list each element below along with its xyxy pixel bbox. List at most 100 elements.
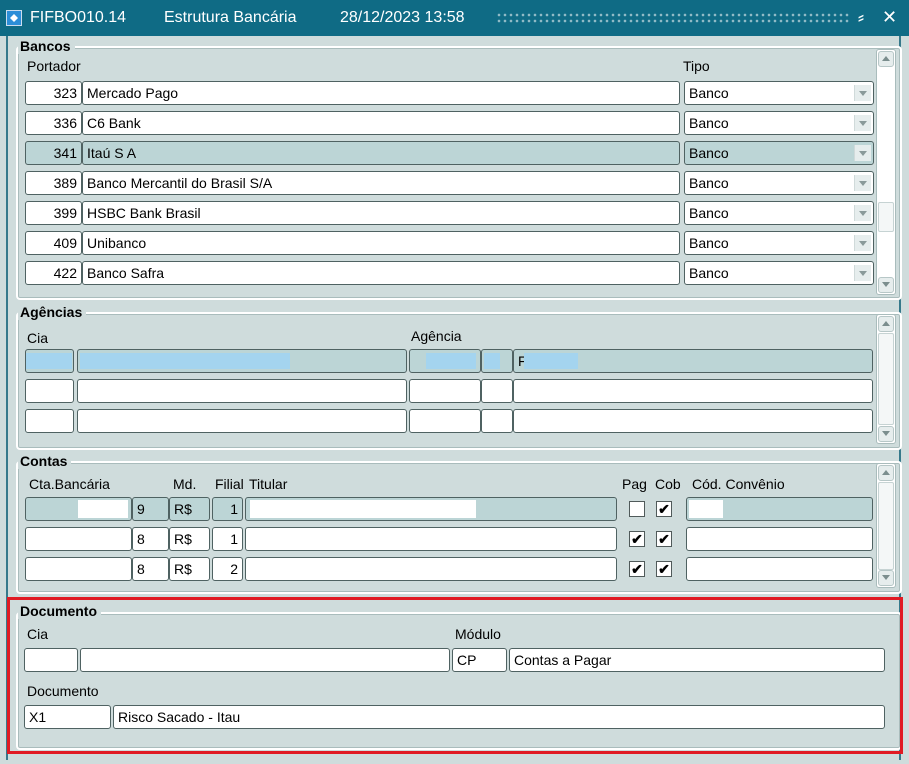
conta-convenio[interactable] bbox=[686, 527, 873, 551]
conta-moeda[interactable]: R$ bbox=[169, 527, 210, 551]
agencia-cia[interactable] bbox=[25, 409, 74, 433]
chevron-down-icon[interactable] bbox=[854, 205, 871, 221]
agencia-name[interactable]: F bbox=[513, 349, 873, 373]
bancos-title: Bancos bbox=[18, 38, 75, 54]
minimize-icon[interactable]: ⸗ bbox=[858, 7, 864, 27]
banco-name[interactable]: Banco Safra bbox=[82, 261, 680, 285]
agencia-dv[interactable] bbox=[481, 379, 513, 403]
pag-checkbox[interactable]: ✔ bbox=[629, 561, 645, 577]
banco-name[interactable]: Itaú S A bbox=[82, 141, 680, 165]
agencia-code[interactable] bbox=[409, 349, 481, 373]
banco-tipo-select[interactable]: Banco bbox=[684, 81, 874, 105]
agencia-cia[interactable] bbox=[25, 379, 74, 403]
conta-moeda[interactable]: R$ bbox=[169, 557, 210, 581]
conta-titular[interactable] bbox=[245, 527, 617, 551]
conta-filial[interactable]: 1 bbox=[212, 497, 243, 521]
conta-convenio[interactable] bbox=[686, 497, 873, 521]
scroll-down-icon[interactable] bbox=[878, 426, 894, 442]
conta-filial[interactable]: 1 bbox=[212, 527, 243, 551]
agencia-cia-name[interactable] bbox=[77, 379, 407, 403]
conta-filial[interactable]: 2 bbox=[212, 557, 243, 581]
banco-name[interactable]: C6 Bank bbox=[82, 111, 680, 135]
banco-code[interactable]: 422 bbox=[25, 261, 82, 285]
scroll-down-icon[interactable] bbox=[878, 570, 894, 586]
conta-moeda[interactable]: R$ bbox=[169, 497, 210, 521]
banco-code[interactable]: 341 bbox=[25, 141, 82, 165]
banco-tipo-select[interactable]: Banco bbox=[684, 261, 874, 285]
banco-tipo-value: Banco bbox=[689, 205, 729, 221]
banco-name[interactable]: Unibanco bbox=[82, 231, 680, 255]
agencia-dv[interactable] bbox=[481, 349, 513, 373]
conta-convenio[interactable] bbox=[686, 557, 873, 581]
conta-dv[interactable]: 9 bbox=[132, 497, 169, 521]
conta-titular[interactable] bbox=[245, 557, 617, 581]
banco-code[interactable]: 336 bbox=[25, 111, 82, 135]
cob-checkbox[interactable]: ✔ bbox=[656, 501, 672, 517]
title-bar: FIFBO010.14 Estrutura Bancária 28/12/202… bbox=[0, 0, 909, 36]
banco-name[interactable]: Banco Mercantil do Brasil S/A bbox=[82, 171, 680, 195]
lbl-cia: Cia bbox=[27, 626, 49, 642]
banco-name[interactable]: Mercado Pago bbox=[82, 81, 680, 105]
conta-numero[interactable] bbox=[25, 557, 132, 581]
cob-checkbox[interactable]: ✔ bbox=[656, 531, 672, 547]
banco-tipo-select[interactable]: Banco bbox=[684, 171, 874, 195]
cob-checkbox[interactable]: ✔ bbox=[656, 561, 672, 577]
doc-descricao[interactable]: Risco Sacado - Itau bbox=[113, 705, 885, 729]
doc-codigo[interactable]: X1 bbox=[24, 705, 111, 729]
banco-name[interactable]: HSBC Bank Brasil bbox=[82, 201, 680, 225]
agencia-cia[interactable] bbox=[25, 349, 74, 373]
banco-code[interactable]: 409 bbox=[25, 231, 82, 255]
col-tipo: Tipo bbox=[683, 58, 710, 74]
doc-cia-code[interactable] bbox=[24, 648, 78, 672]
chevron-down-icon[interactable] bbox=[854, 235, 871, 251]
redacted-block bbox=[78, 500, 128, 518]
scroll-thumb[interactable] bbox=[878, 333, 894, 425]
pag-checkbox[interactable]: ✔ bbox=[629, 531, 645, 547]
pag-checkbox[interactable] bbox=[629, 501, 645, 517]
agencia-cia-name[interactable] bbox=[77, 409, 407, 433]
scroll-up-icon[interactable] bbox=[878, 51, 894, 67]
banco-tipo-select[interactable]: Banco bbox=[684, 141, 874, 165]
banco-tipo-select[interactable]: Banco bbox=[684, 231, 874, 255]
agencia-cia-name[interactable] bbox=[77, 349, 407, 373]
scroll-thumb[interactable] bbox=[878, 202, 894, 232]
agencia-code[interactable] bbox=[409, 409, 481, 433]
doc-modulo-code[interactable]: CP bbox=[452, 648, 507, 672]
redacted-block bbox=[80, 353, 290, 369]
agencias-scrollbar[interactable] bbox=[876, 314, 896, 444]
banco-code[interactable]: 389 bbox=[25, 171, 82, 195]
conta-dv[interactable]: 8 bbox=[132, 527, 169, 551]
agencia-name[interactable] bbox=[513, 409, 873, 433]
scroll-thumb[interactable] bbox=[878, 482, 894, 570]
col-md: Md. bbox=[173, 476, 197, 492]
conta-dv[interactable]: 8 bbox=[132, 557, 169, 581]
chevron-down-icon[interactable] bbox=[854, 265, 871, 281]
doc-cia-name[interactable] bbox=[80, 648, 450, 672]
chevron-down-icon[interactable] bbox=[854, 175, 871, 191]
col-cta-bancaria: Cta.Bancária bbox=[29, 476, 110, 492]
redacted-block bbox=[524, 353, 578, 369]
scroll-up-icon[interactable] bbox=[878, 465, 894, 481]
agencia-code[interactable] bbox=[409, 379, 481, 403]
chevron-down-icon[interactable] bbox=[854, 85, 871, 101]
conta-numero[interactable] bbox=[25, 527, 132, 551]
close-icon[interactable]: ✕ bbox=[882, 7, 897, 27]
conta-titular[interactable] bbox=[245, 497, 617, 521]
conta-numero[interactable] bbox=[25, 497, 132, 521]
contas-scrollbar[interactable] bbox=[876, 463, 896, 588]
agencia-dv[interactable] bbox=[481, 409, 513, 433]
chevron-down-icon[interactable] bbox=[854, 115, 871, 131]
agencias-title: Agências bbox=[18, 304, 87, 320]
doc-modulo-name[interactable]: Contas a Pagar bbox=[509, 648, 885, 672]
banco-code[interactable]: 399 bbox=[25, 201, 82, 225]
scroll-down-icon[interactable] bbox=[878, 277, 894, 293]
agencia-name[interactable] bbox=[513, 379, 873, 403]
banco-tipo-select[interactable]: Banco bbox=[684, 201, 874, 225]
form-title: Estrutura Bancária bbox=[164, 9, 297, 26]
redacted-block bbox=[26, 353, 72, 369]
banco-code[interactable]: 323 bbox=[25, 81, 82, 105]
scroll-up-icon[interactable] bbox=[878, 316, 894, 332]
chevron-down-icon[interactable] bbox=[854, 145, 871, 161]
bancos-scrollbar[interactable] bbox=[876, 49, 896, 295]
banco-tipo-select[interactable]: Banco bbox=[684, 111, 874, 135]
